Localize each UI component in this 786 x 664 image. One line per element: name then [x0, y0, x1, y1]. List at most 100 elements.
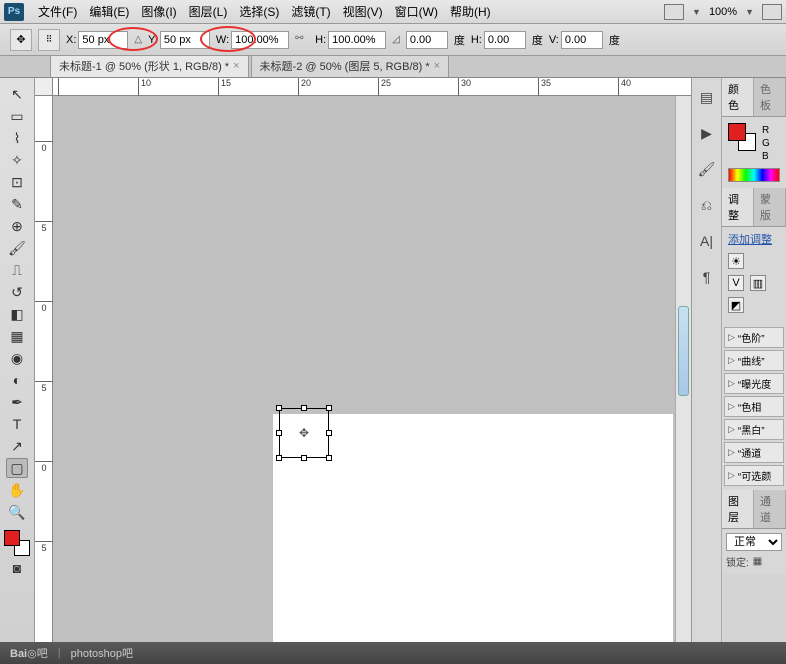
gradient-tool[interactable]: ▦ [6, 326, 28, 346]
shape-tool[interactable]: ▢ [6, 458, 28, 478]
menu-file[interactable]: 文件(F) [32, 3, 83, 20]
close-icon[interactable]: × [434, 60, 440, 72]
transform-handle[interactable] [326, 405, 332, 411]
character-panel-icon[interactable]: A| [696, 230, 718, 252]
menu-filter[interactable]: 滤镜(T) [285, 3, 336, 20]
preset-curves[interactable]: ▷“曲线” [724, 350, 784, 371]
transform-handle[interactable] [276, 455, 282, 461]
preset-hue[interactable]: ▷“色相 [724, 396, 784, 417]
menu-layer[interactable]: 图层(L) [183, 3, 234, 20]
x-input[interactable] [78, 31, 128, 49]
triangle-icon: △ [134, 34, 142, 45]
vibrance-icon[interactable]: V [728, 275, 744, 291]
brightness-icon[interactable]: ☀ [728, 253, 744, 269]
chevron-down-icon[interactable]: ▼ [692, 7, 701, 17]
menu-image[interactable]: 图像(I) [135, 3, 182, 20]
preset-exposure[interactable]: ▷“曝光度 [724, 373, 784, 394]
color-swatches[interactable] [4, 530, 30, 556]
document-canvas[interactable] [273, 414, 673, 642]
canvas-viewport[interactable]: ✥ [53, 96, 691, 642]
brush-panel-icon[interactable]: 🖌 [696, 158, 718, 180]
preset-bw[interactable]: ▷“黑白” [724, 419, 784, 440]
healing-tool[interactable]: ⊕ [6, 216, 28, 236]
link-icon[interactable]: ⚯ [295, 33, 309, 47]
h-input[interactable] [328, 31, 386, 49]
add-adjustment-link[interactable]: 添加调整 [728, 231, 780, 247]
menu-help[interactable]: 帮助(H) [444, 3, 497, 20]
clone-panel-icon[interactable]: ⎌ [696, 194, 718, 216]
eraser-tool[interactable]: ◧ [6, 304, 28, 324]
transform-handle[interactable] [326, 455, 332, 461]
eyedropper-tool[interactable]: ✎ [6, 194, 28, 214]
tab-channels[interactable]: 通道 [754, 490, 786, 528]
lock-transparency-icon[interactable]: ▦ [753, 556, 762, 567]
document-tab[interactable]: 未标题-2 @ 50% (图层 5, RGB/8) *× [251, 54, 450, 77]
crop-tool[interactable]: ⊡ [6, 172, 28, 192]
actions-panel-icon[interactable]: ▶ [696, 122, 718, 144]
paragraph-panel-icon[interactable]: ¶ [696, 266, 718, 288]
invert-icon[interactable]: ◩ [728, 297, 744, 313]
tab-swatches[interactable]: 色板 [754, 78, 786, 116]
blur-tool[interactable]: ◉ [6, 348, 28, 368]
transform-bounding-box[interactable]: ✥ [279, 408, 329, 458]
blend-mode-select[interactable]: 正常 [726, 533, 782, 551]
type-tool[interactable]: T [6, 414, 28, 434]
tab-layers[interactable]: 图层 [722, 490, 754, 528]
close-icon[interactable]: × [233, 60, 239, 72]
transform-center-icon[interactable]: ✥ [299, 426, 309, 440]
transform-handle[interactable] [276, 430, 282, 436]
preset-levels[interactable]: ▷“色阶” [724, 327, 784, 348]
app-logo: Ps [4, 3, 24, 21]
horizontal-ruler[interactable]: 10152025303540 [53, 78, 691, 96]
hue-icon[interactable]: ▥ [750, 275, 766, 291]
dodge-tool[interactable]: ◐ [6, 370, 28, 390]
w-input[interactable] [231, 31, 289, 49]
preset-channel[interactable]: ▷“通道 [724, 442, 784, 463]
transform-handle[interactable] [326, 430, 332, 436]
tab-color[interactable]: 颜色 [722, 78, 754, 116]
menu-select[interactable]: 选择(S) [233, 3, 285, 20]
menu-edit[interactable]: 编辑(E) [83, 3, 135, 20]
color-spectrum[interactable] [728, 168, 780, 182]
panel-color-swatch[interactable] [728, 123, 756, 151]
quick-mask-icon[interactable]: ◙ [6, 558, 28, 578]
document-tab[interactable]: 未标题-1 @ 50% (形状 1, RGB/8) *× [50, 54, 249, 77]
workspace-layout-icon[interactable] [664, 4, 684, 20]
transform-tool-icon[interactable]: ✥ [10, 29, 32, 51]
foreground-color[interactable] [4, 530, 20, 546]
lasso-tool[interactable]: ⌇ [6, 128, 28, 148]
hand-tool[interactable]: ✋ [6, 480, 28, 500]
chevron-down-icon[interactable]: ▼ [745, 7, 754, 17]
ruler-origin[interactable] [35, 78, 53, 96]
zoom-tool[interactable]: 🔍 [6, 502, 28, 522]
brush-tool[interactable]: 🖌 [6, 238, 28, 258]
zoom-level[interactable]: 100% [709, 6, 737, 18]
transform-handle[interactable] [301, 405, 307, 411]
vertical-ruler[interactable]: 050505 [35, 96, 53, 642]
preset-selective[interactable]: ▷“可选颜 [724, 465, 784, 486]
layers-panel-tabs: 图层 通道 [722, 490, 786, 529]
pen-tool[interactable]: ✒ [6, 392, 28, 412]
history-panel-icon[interactable]: ▤ [696, 86, 718, 108]
marquee-tool[interactable]: ▭ [6, 106, 28, 126]
y-input[interactable] [160, 31, 210, 49]
history-brush-tool[interactable]: ↺ [6, 282, 28, 302]
transform-handle[interactable] [276, 405, 282, 411]
path-tool[interactable]: ↗ [6, 436, 28, 456]
menu-view[interactable]: 视图(V) [337, 3, 389, 20]
vertical-scrollbar[interactable] [675, 96, 691, 642]
magic-wand-tool[interactable]: ✧ [6, 150, 28, 170]
screen-mode-icon[interactable] [762, 4, 782, 20]
stamp-tool[interactable]: ⎍ [6, 260, 28, 280]
move-tool[interactable]: ↖ [6, 84, 28, 104]
scrollbar-thumb[interactable] [678, 306, 689, 396]
tab-masks[interactable]: 蒙版 [754, 188, 786, 226]
menu-window[interactable]: 窗口(W) [389, 3, 444, 20]
transform-handle[interactable] [301, 455, 307, 461]
tab-adjustments[interactable]: 调整 [722, 188, 754, 226]
vskew-input[interactable] [561, 31, 603, 49]
panel-fg-color[interactable] [728, 123, 746, 141]
hskew-input[interactable] [484, 31, 526, 49]
angle-input[interactable] [406, 31, 448, 49]
reference-point-icon[interactable]: ⠿ [38, 29, 60, 51]
